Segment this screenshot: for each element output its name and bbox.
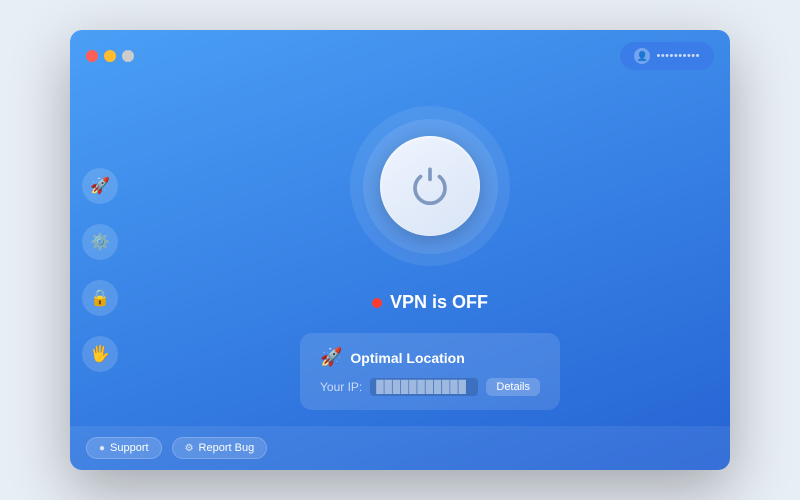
- location-card: 🚀 Optimal Location Your IP: ███████████ …: [300, 333, 560, 410]
- hand-icon: 🖐️: [90, 344, 110, 364]
- ip-row: Your IP: ███████████ Details: [320, 378, 540, 396]
- ip-value: ███████████: [370, 378, 478, 396]
- location-header: 🚀 Optimal Location: [320, 347, 540, 368]
- title-bar: 👤 ••••••••••: [70, 30, 730, 82]
- lock-icon: 🔒: [90, 288, 110, 308]
- sidebar: 🚀 ⚙️ 🔒 🖐️: [70, 30, 130, 470]
- sidebar-item-locations[interactable]: 🚀: [82, 168, 118, 204]
- support-icon: ●: [99, 443, 105, 454]
- minimize-button[interactable]: [104, 50, 116, 62]
- report-bug-button[interactable]: ⚙ Report Bug: [172, 437, 268, 459]
- details-button[interactable]: Details: [486, 378, 540, 396]
- report-bug-label: Report Bug: [199, 442, 255, 454]
- location-rocket-icon: 🚀: [320, 347, 342, 368]
- power-button[interactable]: [380, 136, 480, 236]
- location-name: Optimal Location: [350, 350, 464, 366]
- bottom-bar: ● Support ⚙ Report Bug: [70, 426, 730, 470]
- status-dot: [372, 298, 382, 308]
- account-label: ••••••••••: [656, 50, 700, 62]
- app-window: 👤 •••••••••• 🚀 ⚙️ 🔒 🖐️: [70, 30, 730, 470]
- gear-icon: ⚙️: [90, 232, 110, 252]
- account-button[interactable]: 👤 ••••••••••: [620, 42, 714, 70]
- vpn-status: VPN is OFF: [372, 292, 488, 313]
- traffic-lights: [86, 50, 134, 62]
- power-area: [340, 96, 520, 276]
- bug-icon: ⚙: [185, 443, 194, 454]
- power-icon: [410, 166, 450, 206]
- support-label: Support: [110, 442, 149, 454]
- support-button[interactable]: ● Support: [86, 437, 162, 459]
- user-icon: 👤: [634, 48, 650, 64]
- close-button[interactable]: [86, 50, 98, 62]
- sidebar-item-block[interactable]: 🖐️: [82, 336, 118, 372]
- rocket-icon: 🚀: [90, 176, 110, 196]
- main-content: VPN is OFF 🚀 Optimal Location Your IP: █…: [130, 66, 730, 470]
- sidebar-item-settings[interactable]: ⚙️: [82, 224, 118, 260]
- sidebar-item-security[interactable]: 🔒: [82, 280, 118, 316]
- maximize-button[interactable]: [122, 50, 134, 62]
- vpn-status-label: VPN is OFF: [390, 292, 488, 313]
- ip-label: Your IP:: [320, 380, 362, 394]
